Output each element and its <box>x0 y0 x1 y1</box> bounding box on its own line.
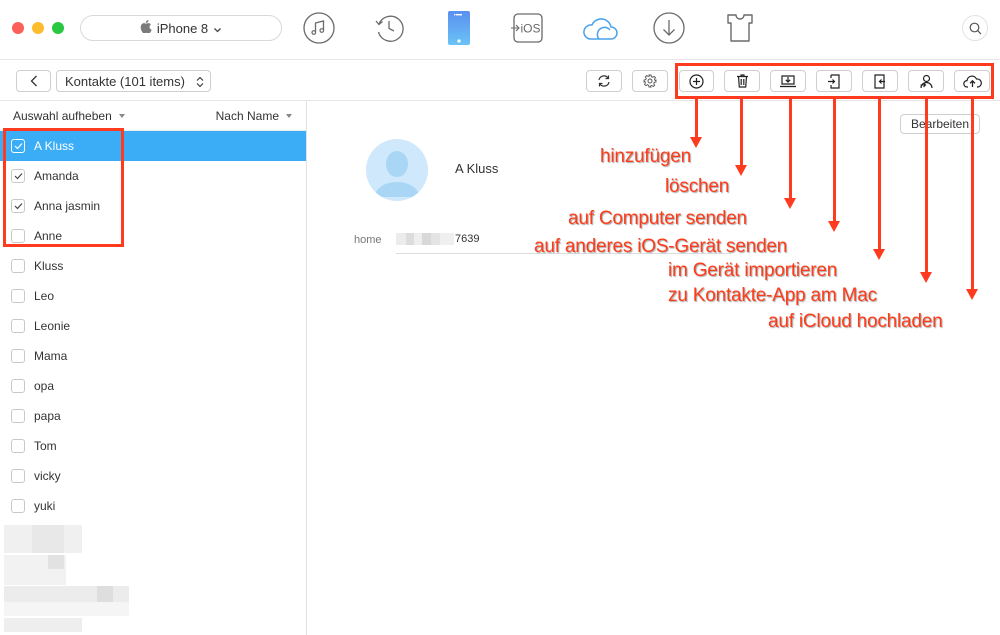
arrow-to-computer <box>784 99 796 209</box>
contact-list-item[interactable]: yuki <box>0 491 306 521</box>
checkbox-unchecked[interactable] <box>11 499 25 513</box>
arrow-contacts-app <box>920 99 932 283</box>
arrow-icloud <box>966 99 978 300</box>
category-select[interactable]: Kontakte (101 items) <box>56 70 211 92</box>
avatar <box>366 139 428 201</box>
contact-name-label: Kluss <box>34 259 64 273</box>
checkbox-unchecked[interactable] <box>11 319 25 333</box>
title-bar: iPhone 8 iOS <box>0 0 1000 60</box>
deselect-all-label: Auswahl aufheben <box>13 108 112 123</box>
checkbox-unchecked[interactable] <box>11 439 25 453</box>
annotation-to-computer: auf Computer senden <box>568 208 747 229</box>
cloud-icon <box>583 18 618 40</box>
download-icon <box>653 12 685 44</box>
tshirt-icon <box>727 14 753 42</box>
close-window-button[interactable] <box>12 22 24 34</box>
selection-highlight-box <box>3 128 124 247</box>
deselect-all-dropdown[interactable]: Auswahl aufheben <box>13 109 125 123</box>
checkbox-unchecked[interactable] <box>11 259 25 273</box>
contact-name-label: yuki <box>34 499 56 513</box>
dropdown-triangle-icon <box>286 114 292 119</box>
contact-list-item[interactable]: opa <box>0 371 306 401</box>
contact-list-item[interactable]: Leonie <box>0 311 306 341</box>
maximize-window-button[interactable] <box>52 22 64 34</box>
svg-text:iOS: iOS <box>521 22 541 36</box>
music-nav-button[interactable] <box>302 11 336 45</box>
icloud-nav-button[interactable] <box>582 11 618 45</box>
contact-name: A Kluss <box>455 161 499 176</box>
edit-button[interactable]: Bearbeiten <box>900 114 980 134</box>
category-select-value: Kontakte (101 items) <box>65 73 185 89</box>
contact-name-label: Leo <box>34 289 55 303</box>
minimize-window-button[interactable] <box>32 22 44 34</box>
arrow-add <box>690 99 702 148</box>
device-nav-button[interactable] <box>442 11 476 45</box>
history-nav-button[interactable] <box>373 11 407 45</box>
arrow-to-device <box>828 99 840 232</box>
device-name: iPhone 8 <box>156 20 209 36</box>
annotation-contacts-app: zu Kontakte-App am Mac <box>668 285 877 306</box>
gear-icon <box>643 74 657 88</box>
contact-list-item[interactable]: Mama <box>0 341 306 371</box>
annotation-delete: löschen <box>665 176 730 197</box>
chevron-down-icon <box>213 21 222 36</box>
sort-label: Nach Name <box>215 108 279 123</box>
apple-icon <box>140 20 152 36</box>
search-icon <box>969 22 981 34</box>
contact-name-label: Tom <box>34 439 57 453</box>
annotation-add: hinzufügen <box>600 146 691 167</box>
checkbox-unchecked[interactable] <box>11 289 25 303</box>
music-note-icon <box>303 12 335 44</box>
redacted-digits <box>396 233 454 245</box>
device-selector[interactable]: iPhone 8 <box>80 15 282 41</box>
chevron-left-icon <box>30 75 37 87</box>
phone-visible-digits: 7639 <box>455 233 480 245</box>
history-clock-icon <box>375 15 404 42</box>
phone-field-label: home <box>354 234 382 246</box>
to-ios-nav-button[interactable]: iOS <box>511 11 545 45</box>
contact-list-item[interactable]: papa <box>0 401 306 431</box>
checkbox-unchecked[interactable] <box>11 349 25 363</box>
phone-field-value: 7639 <box>396 233 479 245</box>
contact-name-label: Leonie <box>34 319 71 333</box>
contact-list-item[interactable]: Kluss <box>0 251 306 281</box>
contact-detail-pane: Bearbeiten A Kluss home 7639 <box>307 101 1000 635</box>
sidebar-header: Auswahl aufheben Nach Name <box>0 101 306 131</box>
contact-name-label: vicky <box>34 469 61 483</box>
contact-name-label: papa <box>34 409 61 423</box>
refresh-icon <box>598 75 610 87</box>
sort-dropdown[interactable]: Nach Name <box>216 109 292 123</box>
download-nav-button[interactable] <box>652 11 686 45</box>
settings-button[interactable] <box>632 70 668 92</box>
checkbox-unchecked[interactable] <box>11 409 25 423</box>
back-button[interactable] <box>16 70 51 92</box>
toolkit-nav-button[interactable] <box>723 11 757 45</box>
actions-highlight-box <box>675 63 994 99</box>
contact-name-label: opa <box>34 379 55 393</box>
checkbox-unchecked[interactable] <box>11 469 25 483</box>
contact-name-label: Mama <box>34 349 68 363</box>
dropdown-triangle-icon <box>118 114 125 119</box>
contact-list-item[interactable]: vicky <box>0 461 306 491</box>
contact-list-item[interactable]: Tom <box>0 431 306 461</box>
refresh-button[interactable] <box>586 70 622 92</box>
annotation-icloud: auf iCloud hochladen <box>768 311 943 332</box>
annotation-to-device: auf anderes iOS-Gerät senden <box>534 236 788 257</box>
person-silhouette-icon <box>374 151 420 197</box>
arrow-import <box>873 99 885 260</box>
search-button[interactable] <box>962 15 988 41</box>
contact-list-item[interactable]: Leo <box>0 281 306 311</box>
checkbox-unchecked[interactable] <box>11 379 25 393</box>
annotation-import: im Gerät importieren <box>668 260 838 281</box>
updown-chevron-icon <box>196 76 204 88</box>
arrow-delete <box>735 99 747 176</box>
iphone-icon <box>448 11 470 45</box>
to-ios-icon: iOS <box>511 13 543 43</box>
